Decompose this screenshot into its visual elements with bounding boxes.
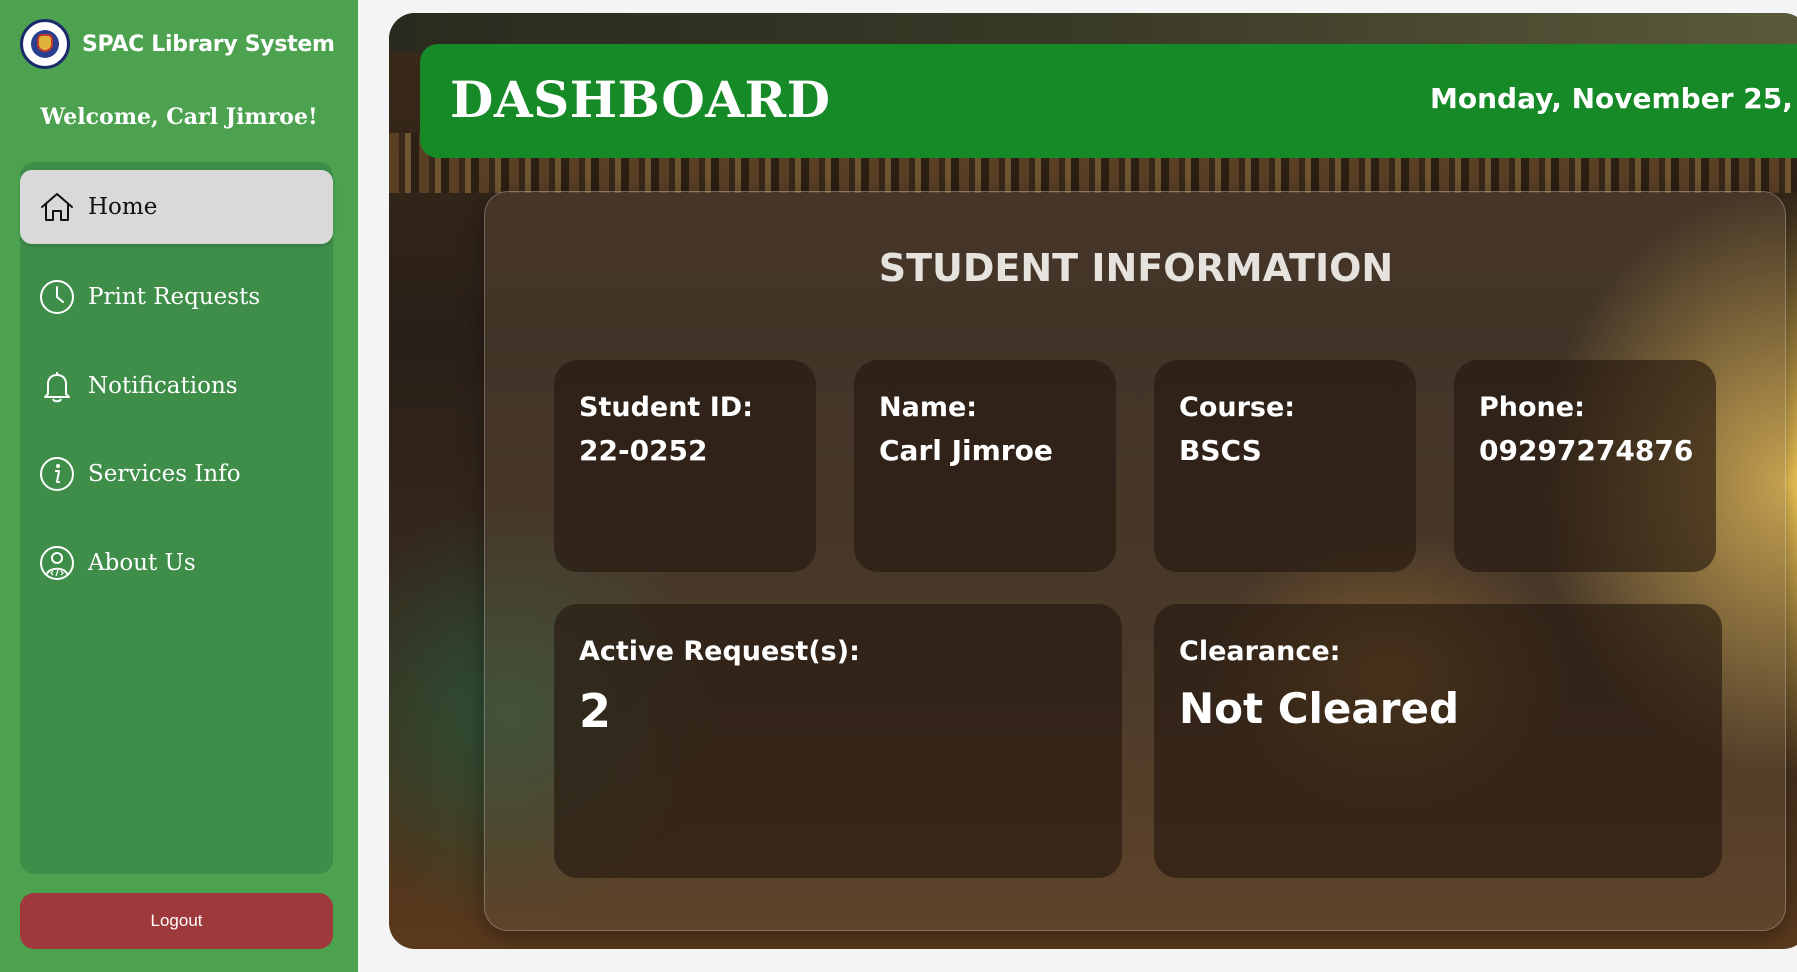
card-value: Carl Jimroe — [879, 434, 1053, 467]
sidebar-item-about-us[interactable]: About Us — [20, 526, 333, 600]
current-date: Monday, November 25, 2024 — [1430, 82, 1797, 115]
page-title: DASHBOARD — [450, 70, 831, 129]
sidebar-item-print-requests[interactable]: Print Requests — [20, 260, 333, 334]
course-card: Course: BSCS — [1154, 360, 1416, 572]
student-information-panel: STUDENT INFORMATION Student ID: 22-0252 … — [484, 191, 1786, 931]
card-label: Student ID: — [579, 392, 753, 423]
card-value: 22-0252 — [579, 434, 708, 467]
card-value: 09297274876 — [1479, 434, 1694, 467]
sidebar-item-label: Home — [88, 194, 158, 220]
sidebar-item-notifications[interactable]: Notifications — [20, 349, 333, 423]
active-requests-count: 2 — [579, 684, 612, 738]
card-label: Course: — [1179, 392, 1296, 423]
nav-panel: Home Print Requests Notifications Servic… — [20, 162, 333, 874]
sidebar-item-label: About Us — [88, 550, 196, 576]
dashboard-header: DASHBOARD Monday, November 25, 2024 — [420, 44, 1797, 158]
card-label: Active Request(s): — [579, 636, 860, 667]
section-title: STUDENT INFORMATION — [878, 246, 1394, 290]
card-label: Phone: — [1479, 392, 1585, 423]
app-title: SPAC Library System — [82, 31, 335, 57]
phone-card: Phone: 09297274876 — [1454, 360, 1716, 572]
clearance-status: Not Cleared — [1179, 684, 1460, 733]
user-code-icon — [40, 546, 74, 580]
active-requests-card: Active Request(s): 2 — [554, 604, 1122, 878]
main-content: DASHBOARD Monday, November 25, 2024 STUD… — [389, 13, 1797, 949]
home-icon — [41, 193, 73, 221]
sidebar-item-label: Print Requests — [88, 284, 261, 310]
logout-button[interactable]: Logout — [20, 893, 333, 949]
brand[interactable]: SPAC Library System — [20, 18, 335, 70]
sidebar-item-label: Services Info — [88, 461, 241, 487]
sidebar: SPAC Library System Welcome, Carl Jimroe… — [0, 0, 358, 972]
name-card: Name: Carl Jimroe — [854, 360, 1116, 572]
card-value: BSCS — [1179, 434, 1262, 467]
card-label: Clearance: — [1179, 636, 1341, 667]
card-label: Name: — [879, 392, 978, 423]
sidebar-item-services-info[interactable]: Services Info — [20, 437, 333, 511]
clock-icon — [40, 280, 74, 314]
info-icon — [40, 457, 74, 491]
sidebar-item-home[interactable]: Home — [20, 170, 333, 244]
school-seal-logo — [20, 19, 70, 69]
bell-icon — [44, 372, 70, 403]
sidebar-item-label: Notifications — [88, 373, 238, 399]
welcome-message: Welcome, Carl Jimroe! — [40, 104, 318, 130]
student-id-card: Student ID: 22-0252 — [554, 360, 816, 572]
clearance-card: Clearance: Not Cleared — [1154, 604, 1722, 878]
